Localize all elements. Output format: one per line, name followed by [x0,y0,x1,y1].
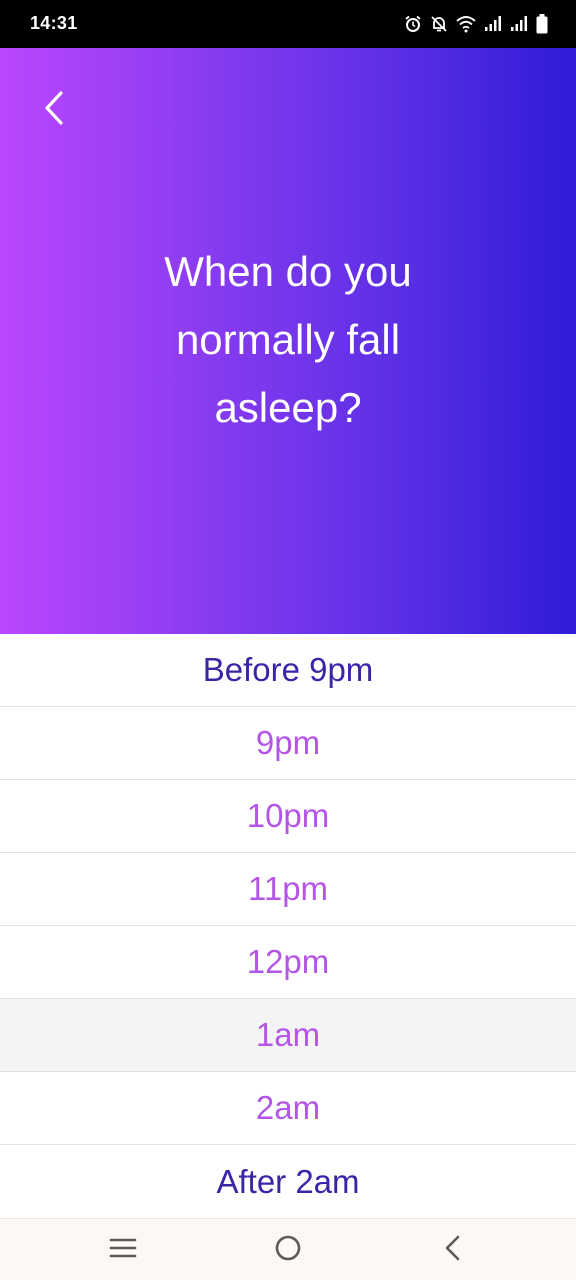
battery-icon [536,14,548,34]
option-2am[interactable]: 2am [0,1072,576,1145]
option-9pm[interactable]: 9pm [0,707,576,780]
system-back-button[interactable] [418,1219,488,1281]
option-10pm[interactable]: 10pm [0,780,576,853]
chevron-left-icon [42,90,66,131]
home-button[interactable] [253,1219,323,1281]
option-before-9pm[interactable]: Before 9pm [0,634,576,707]
option-after-2am[interactable]: After 2am [0,1145,576,1218]
back-button[interactable] [32,88,76,132]
status-time: 14:31 [30,13,78,33]
status-bar: 14:31 [0,0,576,48]
system-nav-bar [0,1218,576,1280]
question-title: When do you normally fall asleep? [164,248,412,431]
status-icons [404,12,548,36]
alarm-icon [404,15,422,33]
wifi-icon [456,15,476,33]
question-header: When do you normally fall asleep? [0,48,576,634]
signal-icon [510,16,528,32]
home-icon [274,1234,302,1267]
option-1am[interactable]: 1am [0,999,576,1072]
notifications-off-icon [430,15,448,33]
signal-icon [484,16,502,32]
back-icon [443,1235,463,1266]
option-12pm[interactable]: 12pm [0,926,576,999]
menu-icon [109,1237,137,1264]
option-11pm[interactable]: 11pm [0,853,576,926]
recent-apps-button[interactable] [88,1219,158,1281]
answer-options: Before 9pm 9pm 10pm 11pm 12pm 1am 2am Af… [0,634,576,1218]
